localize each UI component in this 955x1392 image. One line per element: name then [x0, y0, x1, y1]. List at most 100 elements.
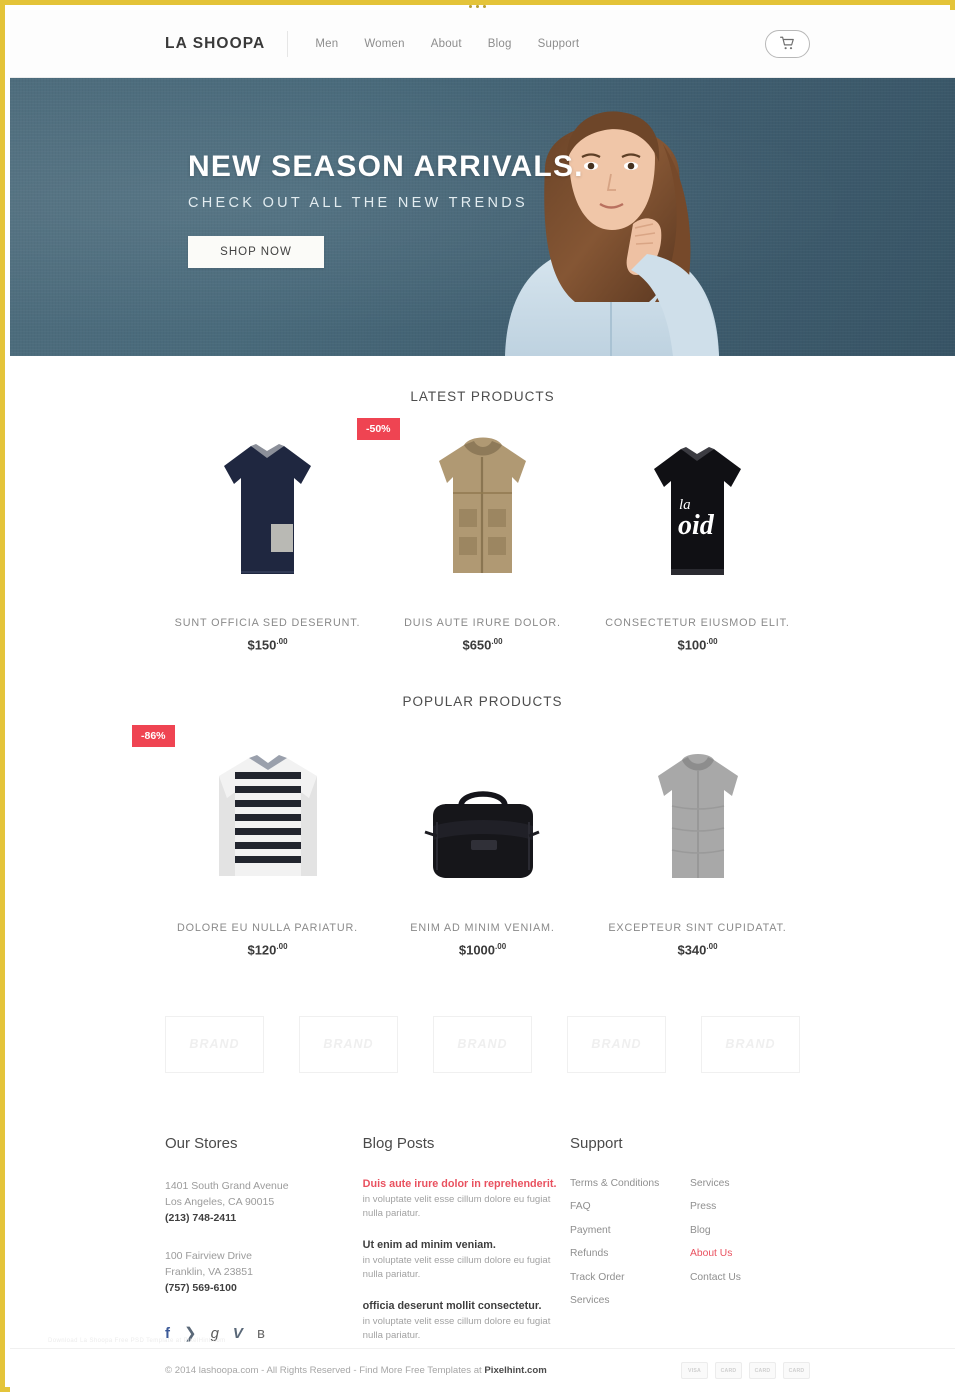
support-link-faq[interactable]: FAQ [570, 1201, 690, 1212]
nav-item-men[interactable]: Men [315, 38, 338, 50]
product-image [590, 731, 805, 886]
support-link-blog[interactable]: Blog [690, 1225, 810, 1236]
browser-frame: LA SHOOPA Men Women About Blog Support N… [0, 0, 955, 1392]
price-main: $120 [247, 942, 277, 958]
support-link-services-2[interactable]: Services [690, 1178, 810, 1189]
site-header: LA SHOOPA Men Women About Blog Support [10, 10, 955, 78]
support-link-services[interactable]: Services [570, 1295, 690, 1306]
brand-placeholder[interactable]: BRAND [299, 1015, 398, 1073]
support-links-left: Terms & Conditions FAQ Payment Refunds T… [570, 1178, 690, 1319]
blog-post[interactable]: officia deserunt mollit consectetur. in … [363, 1300, 570, 1343]
nav-item-blog[interactable]: Blog [488, 38, 512, 50]
brand-placeholder[interactable]: BRAND [433, 1015, 532, 1073]
support-link-press[interactable]: Press [690, 1201, 810, 1212]
price-main: $1000 [458, 942, 496, 958]
hero-title: NEW SEASON ARRIVALS. [188, 150, 584, 183]
product-card[interactable]: ENIM AD MINIM VENIAM. $1000.00 [375, 731, 590, 958]
blog-post-title[interactable]: Ut enim ad minim veniam. [363, 1239, 570, 1251]
support-link-refunds[interactable]: Refunds [570, 1248, 690, 1259]
price-main: $340 [677, 942, 707, 958]
support-link-track-order[interactable]: Track Order [570, 1272, 690, 1283]
site-footer: Our Stores 1401 South Grand Avenue Los A… [10, 1135, 955, 1361]
discount-badge: -86% [132, 725, 175, 748]
store-address: 1401 South Grand Avenue Los Angeles, CA … [165, 1178, 363, 1226]
popular-products-grid: -86% DOLORE EU NULLA PARIATUR. $120.00 E… [10, 725, 955, 958]
store-phone: (757) 569-6100 [165, 1281, 237, 1294]
product-card[interactable]: EXCEPTEUR SINT CUPIDATAT. $340.00 [590, 731, 805, 958]
price-cents: .00 [276, 637, 288, 646]
black-void-sweatshirt-icon: la oid [654, 447, 741, 575]
footer-blog-column: Blog Posts Duis aute irure dolor in repr… [363, 1135, 570, 1361]
pixelhint-link[interactable]: Pixelhint.com [484, 1365, 546, 1376]
blog-heading: Blog Posts [362, 1134, 435, 1152]
hero-banner: NEW SEASON ARRIVALS. CHECK OUT ALL THE N… [10, 78, 955, 356]
store-phone: (213) 748-2411 [165, 1211, 237, 1224]
blog-post-excerpt: in voluptate velit esse cillum dolore eu… [362, 1315, 551, 1341]
latest-products-grid: SUNT OFFICIA SED DESERUNT. $150.00 -50% [10, 418, 955, 653]
credit-card-icon: CARD [783, 1362, 810, 1379]
site-logo[interactable]: LA SHOOPA [165, 35, 265, 53]
main-navigation: Men Women About Blog Support [315, 38, 579, 50]
product-image [160, 426, 375, 581]
price-cents: .00 [491, 637, 503, 646]
product-image [375, 731, 590, 886]
product-card[interactable]: la oid CONSECTETUR EIUSMOD ELIT. $100.00 [590, 426, 805, 652]
credit-card-icon: CARD [749, 1362, 776, 1379]
blog-post-title[interactable]: officia deserunt mollit consectetur. [363, 1300, 570, 1312]
blog-post-excerpt: in voluptate velit esse cillum dolore eu… [362, 1193, 551, 1219]
cart-button[interactable] [765, 29, 810, 58]
copyright-prefix: © 2014 lashoopa.com - All Rights Reserve… [165, 1365, 485, 1376]
product-card[interactable]: -50% DUIS AUTE IRURE DOLOR. $650.00 [357, 418, 590, 653]
copyright-text: © 2014 lashoopa.com - All Rights Reserve… [165, 1365, 547, 1376]
nav-item-support[interactable]: Support [538, 38, 580, 50]
template-watermark: Download La Shoopa Free PSD Template at … [48, 1338, 226, 1344]
brand-placeholder[interactable]: BRAND [701, 1015, 800, 1073]
brand-placeholder[interactable]: BRAND [165, 1015, 264, 1073]
support-links: Terms & Conditions FAQ Payment Refunds T… [570, 1178, 810, 1319]
latest-products-heading: LATEST PRODUCTS [410, 389, 555, 404]
visa-card-icon: VISA [681, 1362, 708, 1379]
rss-icon[interactable]: ʙ [257, 1326, 265, 1341]
blog-post[interactable]: Ut enim ad minim veniam. in voluptate ve… [363, 1239, 570, 1282]
store-city: Franklin, VA 23851 [165, 1265, 253, 1278]
price-cents: .00 [495, 942, 507, 952]
product-card[interactable]: -86% DOLORE EU NULLA PARIATUR. $120.00 [132, 725, 375, 958]
beige-parka-jacket-icon [439, 437, 526, 573]
copyright-bar: © 2014 lashoopa.com - All Rights Reserve… [10, 1348, 955, 1392]
page-content: LA SHOOPA Men Women About Blog Support N… [10, 10, 955, 1392]
brand-logos-row: BRAND BRAND BRAND BRAND BRAND [10, 1015, 955, 1073]
store-city: Los Angeles, CA 90015 [165, 1195, 275, 1208]
shopping-cart-icon [780, 36, 794, 50]
support-link-payment[interactable]: Payment [570, 1225, 690, 1236]
nav-item-women[interactable]: Women [364, 38, 404, 50]
nav-item-about[interactable]: About [431, 38, 462, 50]
logo-divider [287, 30, 289, 57]
price-cents: .00 [276, 942, 288, 952]
product-price: $120.00 [160, 942, 375, 957]
support-link-terms[interactable]: Terms & Conditions [570, 1178, 690, 1189]
store-street: 1401 South Grand Avenue [165, 1179, 289, 1192]
product-price: $1000.00 [375, 942, 590, 957]
product-price: $340.00 [590, 942, 805, 957]
support-link-contact-us[interactable]: Contact Us [690, 1272, 810, 1283]
hero-content: NEW SEASON ARRIVALS. CHECK OUT ALL THE N… [188, 150, 584, 268]
blog-post-title[interactable]: Duis aute irure dolor in reprehenderit. [363, 1178, 570, 1190]
store-address: 100 Fairview Drive Franklin, VA 23851 (7… [165, 1248, 363, 1296]
price-main: $650 [462, 637, 492, 653]
price-main: $150 [247, 637, 277, 653]
vimeo-icon[interactable]: V [233, 1326, 243, 1341]
product-name: SUNT OFFICIA SED DESERUNT. [174, 617, 361, 629]
shop-now-button[interactable]: SHOP NOW [188, 236, 324, 268]
support-link-about-us[interactable]: About Us [690, 1248, 810, 1259]
product-image: -86% [132, 725, 375, 886]
footer-stores-column: Our Stores 1401 South Grand Avenue Los A… [165, 1135, 363, 1361]
product-name: EXCEPTEUR SINT CUPIDATAT. [608, 922, 787, 935]
brand-placeholder[interactable]: BRAND [567, 1015, 666, 1073]
price-cents: .00 [706, 637, 718, 646]
product-name: CONSECTETUR EIUSMOD ELIT. [605, 617, 790, 629]
product-image: -50% [357, 418, 590, 581]
product-card[interactable]: SUNT OFFICIA SED DESERUNT. $150.00 [160, 426, 375, 652]
support-heading: Support [570, 1134, 623, 1152]
product-image: la oid [590, 426, 805, 581]
blog-post[interactable]: Duis aute irure dolor in reprehenderit. … [363, 1178, 570, 1221]
